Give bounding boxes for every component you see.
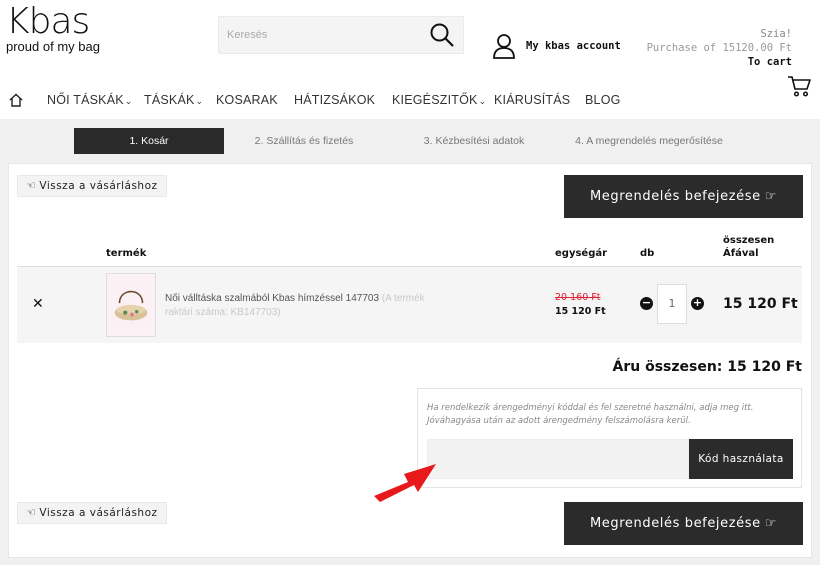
red-arrow-icon	[374, 464, 436, 502]
nav-item-kosarak[interactable]: KOSARAK	[216, 93, 278, 107]
apply-coupon-button[interactable]: Kód használata	[689, 439, 793, 479]
purchase-amount: Purchase of 15120.00 Ft	[646, 42, 792, 54]
cart-icon[interactable]	[787, 74, 811, 98]
account-link[interactable]: My kbas account	[492, 33, 621, 59]
qty-plus-button[interactable]: +	[691, 297, 704, 310]
user-icon	[493, 34, 515, 59]
nav-label: BLOG	[585, 93, 621, 107]
product-title: Női válltáska szalmából Kbas hímzéssel 1…	[165, 293, 379, 304]
header-product: termék	[106, 248, 147, 259]
step-delivery[interactable]: 3. Kézbesítési adatok	[404, 128, 544, 154]
header-qty: db	[640, 248, 655, 259]
back-label: Vissza a vásárláshoz	[39, 507, 158, 519]
finish-order-button-bottom[interactable]: Megrendelés befejezése ☞	[564, 502, 803, 545]
main-nav: NŐI TÁSKÁK⌄ TÁSKÁK⌄ KOSARAK HÁTIZSÁKOK K…	[0, 86, 780, 116]
back-to-shop-button[interactable]: ☜ Vissza a vásárláshoz	[17, 175, 167, 197]
nav-item-taskak[interactable]: TÁSKÁK⌄	[144, 93, 203, 107]
nav-item-blog[interactable]: BLOG	[585, 93, 621, 107]
cart-summary: Szia! Purchase of 15120.00 Ft To cart	[647, 27, 792, 69]
hand-point-right-icon: ☞	[764, 189, 778, 204]
nav-label: KIÁRUSÍTÁS	[494, 93, 571, 107]
step-confirm[interactable]: 4. A megrendelés megerősítése	[564, 128, 734, 154]
search-box	[218, 16, 464, 54]
nav-label: HÁTIZSÁKOK	[294, 93, 376, 107]
back-label: Vissza a vásárláshoz	[39, 180, 158, 192]
chevron-down-icon: ⌄	[124, 96, 133, 106]
header-total: összesen	[723, 235, 775, 246]
coupon-code-input[interactable]	[427, 439, 689, 479]
hand-point-left-icon: ☜	[26, 179, 37, 192]
nav-label: KOSARAK	[216, 93, 278, 107]
logo-wordmark: Kbas	[6, 1, 90, 42]
nav-item-kiarusitas[interactable]: KIÁRUSÍTÁS	[494, 93, 570, 107]
hand-point-left-icon: ☜	[26, 506, 37, 519]
step-cart[interactable]: 1. Kosár	[74, 128, 224, 154]
product-name[interactable]: Női válltáska szalmából Kbas hímzéssel 1…	[165, 292, 455, 320]
home-icon[interactable]	[9, 93, 23, 107]
cart-total: Áru összesen: 15 120 Ft	[612, 359, 803, 375]
logo-tagline: proud of my bag	[6, 39, 100, 54]
account-label: My kbas account	[526, 40, 621, 52]
coupon-box: Ha rendelkezik árengedményi kóddal és fe…	[417, 388, 802, 488]
coupon-description: Ha rendelkezik árengedményi kóddal és fe…	[427, 403, 754, 426]
nav-item-hatizsakok[interactable]: HÁTIZSÁKOK	[294, 93, 375, 107]
nav-item-kiegeszitok[interactable]: KIEGÉSZITŐK⌄	[392, 93, 486, 107]
qty-minus-button[interactable]: −	[640, 297, 653, 310]
to-cart-link[interactable]: To cart	[647, 55, 792, 69]
quantity-field[interactable]: 1	[657, 284, 687, 324]
chevron-down-icon: ⌄	[195, 96, 204, 106]
row-total: 15 120 Ft	[723, 296, 798, 312]
back-to-shop-button-bottom[interactable]: ☜ Vissza a vásárláshoz	[17, 502, 167, 524]
hand-point-right-icon: ☞	[764, 516, 778, 531]
brand-logo[interactable]: Kbas proud of my bag	[6, 4, 106, 54]
chevron-down-icon: ⌄	[478, 96, 487, 106]
finish-label: Megrendelés befejezése	[589, 516, 761, 531]
old-price: 20 160 Ft	[555, 292, 601, 303]
checkout-steps: 1. Kosár 2. Szállítás és fizetés 3. Kézb…	[74, 128, 744, 154]
finish-order-button[interactable]: Megrendelés befejezése ☞	[564, 175, 803, 218]
nav-item-noi-taskak[interactable]: NŐI TÁSKÁK⌄	[47, 93, 133, 107]
nav-label: KIEGÉSZITŐK	[392, 93, 478, 107]
greeting-text: Szia!	[760, 28, 792, 40]
header-total-vat: Áfával	[723, 248, 759, 259]
search-icon[interactable]	[429, 22, 455, 48]
nav-label: TÁSKÁK	[144, 93, 195, 107]
header-unit-price: egységár	[555, 248, 608, 259]
finish-label: Megrendelés befejezése	[589, 189, 761, 204]
unit-price: 15 120 Ft	[555, 306, 606, 317]
straw-bag-image	[107, 274, 155, 336]
search-input[interactable]	[219, 17, 419, 53]
step-shipping[interactable]: 2. Szállítás és fizetés	[234, 128, 374, 154]
product-thumbnail[interactable]	[106, 273, 156, 337]
nav-label: NŐI TÁSKÁK	[47, 93, 124, 107]
remove-item-icon[interactable]: ✕	[32, 296, 44, 312]
